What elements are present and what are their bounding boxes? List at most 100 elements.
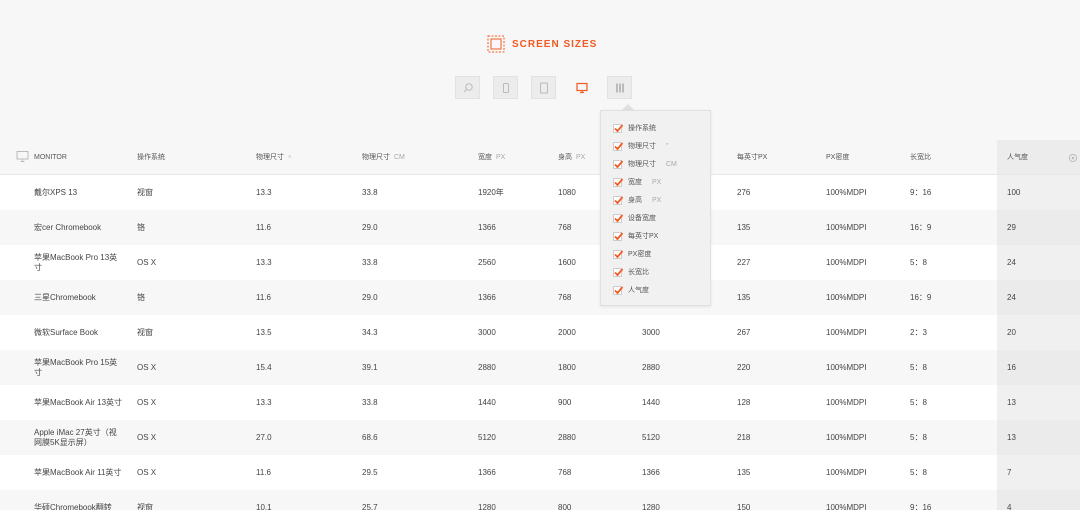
dropdown-option-label: 物理尺寸 (628, 143, 656, 150)
table-header: MONITOR 操作系统 物理尺寸 ˄ 物理尺寸 CM 宽度 PX 身高 PX 每英寸P… (0, 140, 1080, 175)
check-icon (614, 195, 624, 204)
cell-popularity: 4 (1007, 502, 1012, 510)
header-os[interactable]: 操作系统 (137, 140, 165, 175)
cell-height: 1600 (558, 257, 576, 267)
checkbox[interactable] (613, 159, 624, 169)
checkbox[interactable] (613, 285, 624, 295)
cell-size-cm: 25.7 (362, 502, 378, 510)
gear-icon (1068, 153, 1078, 162)
cell-ratio: 5：8 (910, 397, 927, 407)
cell-density: 100%MDPI (826, 327, 867, 337)
check-icon (614, 249, 624, 258)
settings-button[interactable] (1068, 140, 1078, 175)
cell-width: 2560 (478, 257, 496, 267)
cell-device: 苹果MacBook Pro 15英寸 (34, 357, 118, 377)
table-row[interactable]: 华硕Chromebook翻转 视窗 10.1 25.7 1280 800 1280 150 10… (0, 490, 1080, 510)
dropdown-option-label: 物理尺寸 (628, 161, 656, 168)
header-device[interactable]: MONITOR (34, 140, 124, 175)
header-size-cm[interactable]: 物理尺寸 CM (362, 140, 405, 175)
dropdown-option-label: PX密度 (628, 251, 652, 258)
checkbox[interactable] (613, 213, 624, 223)
tablet-button[interactable] (531, 76, 556, 99)
cell-os: OS X (137, 432, 157, 442)
cell-density: 100%MDPI (826, 432, 867, 442)
check-icon (614, 159, 624, 168)
table-row[interactable]: 苹果MacBook Pro 15英寸 OS X 15.4 39.1 2880 1800 28… (0, 350, 1080, 385)
columns-icon (615, 83, 624, 92)
cell-popularity: 24 (1007, 257, 1016, 267)
dropdown-option[interactable]: 设备宽度 (613, 212, 666, 224)
cell-density: 100%MDPI (826, 467, 867, 477)
cell-ratio: 16：9 (910, 222, 932, 232)
cell-height: 2880 (558, 432, 576, 442)
cell-width: 1920年 (478, 187, 504, 197)
cell-dev-width: 5120 (642, 432, 660, 442)
cell-height: 768 (558, 292, 572, 302)
header-ratio[interactable]: 长宽比 (910, 140, 931, 175)
table-body: 戴尔XPS 13 视窗 13.3 33.8 1920年 1080 276 100%MDPI 9：… (0, 175, 1080, 510)
cell-size-in: 10.1 (256, 502, 272, 510)
cell-height: 2000 (558, 327, 576, 337)
dropdown-option[interactable]: 人气度 (613, 284, 659, 296)
cell-ratio: 2：3 (910, 327, 927, 337)
cell-ratio: 5：8 (910, 362, 927, 372)
checkbox[interactable] (613, 141, 624, 151)
table-row[interactable]: 宏cer Chromebook 铬 11.6 29.0 1366 768 135 100%MD… (0, 210, 1080, 245)
cell-density: 100%MDPI (826, 222, 867, 232)
cell-ratio: 5：8 (910, 432, 927, 442)
cell-width: 3000 (478, 327, 496, 337)
checkbox[interactable] (613, 177, 624, 187)
table-row[interactable]: 苹果MacBook Pro 13英寸 OS X 13.3 33.8 2560 1600 22… (0, 245, 1080, 280)
table-row[interactable]: 苹果MacBook Air 13英寸 OS X 13.3 33.8 1440 900 144… (0, 385, 1080, 420)
dropdown-option-label: 每英寸PX (628, 233, 659, 240)
cell-os: 视窗 (137, 502, 153, 510)
table-row[interactable]: 微软Surface Book 视窗 13.5 34.3 3000 2000 3000 267 1… (0, 315, 1080, 350)
header-height[interactable]: 身高 PX (558, 140, 585, 175)
dropdown-option[interactable]: 宽度 PX (613, 176, 661, 188)
cell-dev-width: 3000 (642, 327, 660, 337)
table-row[interactable]: 苹果MacBook Air 11英寸 OS X 11.6 29.5 1366 768 136… (0, 455, 1080, 490)
dropdown-option[interactable]: 物理尺寸 CM (613, 158, 677, 170)
table-row[interactable]: 戴尔XPS 13 视窗 13.3 33.8 1920年 1080 276 100%MDPI 9：… (0, 175, 1080, 210)
dropdown-option[interactable]: 长宽比 (613, 266, 659, 278)
header-popularity[interactable]: 人气度 (1007, 140, 1028, 175)
phone-button[interactable] (493, 76, 518, 99)
cell-density: 100%MDPI (826, 362, 867, 372)
cell-width: 5120 (478, 432, 496, 442)
cell-popularity: 13 (1007, 397, 1016, 407)
dropdown-option[interactable]: 身高 PX (613, 194, 661, 206)
cell-device: 微软Surface Book (34, 327, 99, 337)
header-density[interactable]: PX密度 (826, 140, 849, 175)
cell-dev-width: 1280 (642, 502, 660, 510)
monitor-button[interactable] (569, 76, 594, 99)
cell-os: 视窗 (137, 187, 153, 197)
header-width[interactable]: 宽度 PX (478, 140, 505, 175)
dropdown-option-label: 宽度 (628, 179, 642, 186)
dropdown-option[interactable]: 每英寸PX (613, 230, 668, 242)
header-ppi[interactable]: 每英寸PX (737, 140, 767, 175)
dropdown-option[interactable]: 物理尺寸 " (613, 140, 669, 152)
header-size-in[interactable]: 物理尺寸 ˄ (256, 140, 292, 175)
checkbox[interactable] (613, 123, 624, 133)
checkbox[interactable] (613, 195, 624, 205)
cell-ratio: 5：8 (910, 257, 927, 267)
checkbox[interactable] (613, 249, 624, 259)
checkbox[interactable] (613, 231, 624, 241)
cell-density: 100%MDPI (826, 187, 867, 197)
brand-logo[interactable]: SCREEN SIZES (486, 34, 597, 54)
cell-dev-width: 1366 (642, 467, 660, 477)
checkbox[interactable] (613, 267, 624, 277)
cell-os: OS X (137, 362, 157, 372)
cell-dev-width: 1440 (642, 397, 660, 407)
dropdown-option[interactable]: 操作系统 (613, 122, 666, 134)
cell-ppi: 220 (737, 362, 751, 372)
dropdown-option[interactable]: PX密度 (613, 248, 661, 260)
search-button[interactable] (455, 76, 480, 99)
check-icon (614, 141, 624, 150)
table-row[interactable]: 三星Chromebook 铬 11.6 29.0 1366 768 135 100%MDPI 1… (0, 280, 1080, 315)
columns-button[interactable] (607, 76, 632, 99)
dropdown-option-unit: CM (666, 160, 677, 168)
cell-os: 铬 (137, 222, 145, 232)
table-row[interactable]: Apple iMac 27英寸（视网膜5K显示屏） OS X 27.0 68.6 512… (0, 420, 1080, 455)
cell-device: 苹果MacBook Pro 13英寸 (34, 252, 118, 272)
